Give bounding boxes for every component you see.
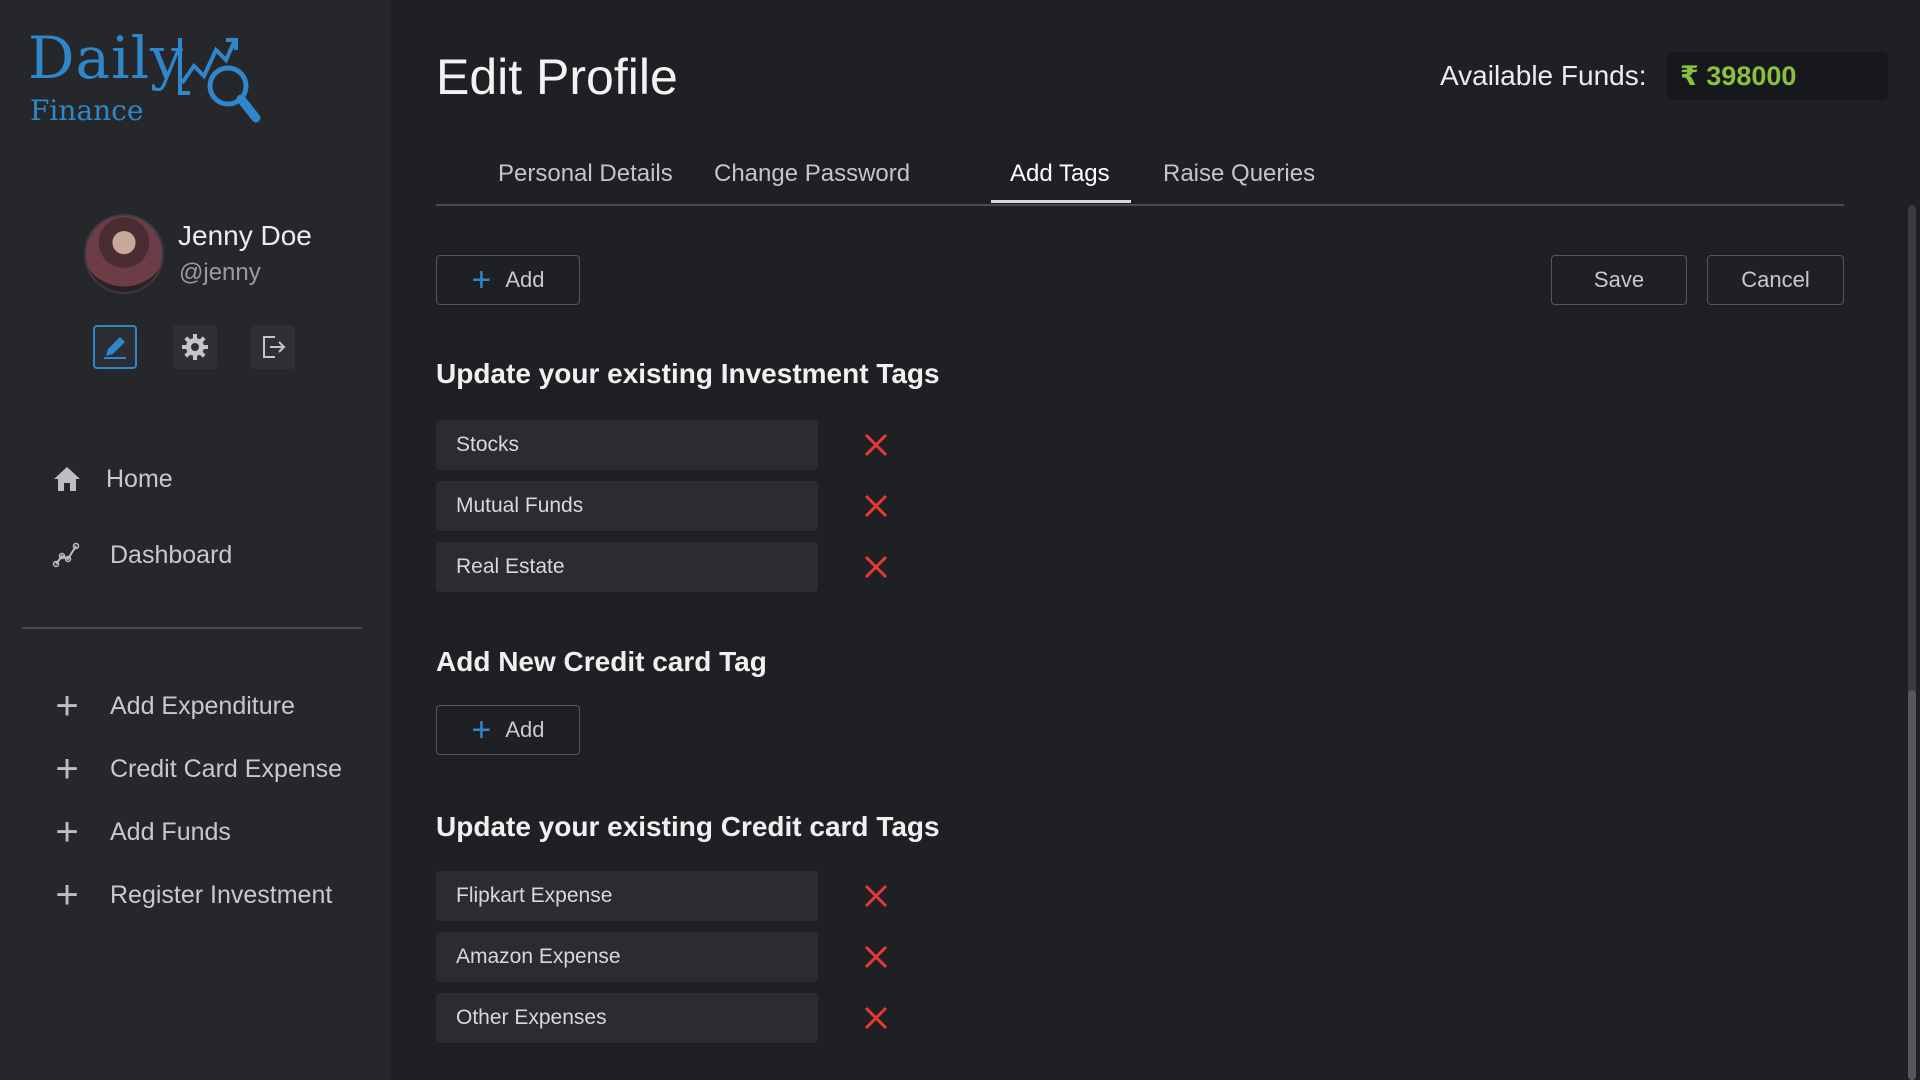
credit-tag-field[interactable]: Amazon Expense — [436, 932, 818, 982]
add-button-label: Add — [505, 717, 545, 742]
sidebar-item-credit-card-expense[interactable]: + Credit Card Expense — [50, 749, 342, 789]
page-title: Edit Profile — [436, 49, 678, 105]
plus-icon: + — [55, 810, 79, 854]
active-tab-indicator — [991, 200, 1131, 203]
logout-button[interactable] — [251, 325, 295, 369]
close-icon — [864, 433, 888, 457]
sidebar-item-home[interactable]: Home — [50, 462, 173, 496]
sidebar-item-label: Dashboard — [110, 540, 233, 569]
user-name: Jenny Doe — [178, 220, 312, 251]
list-item: Stocks — [436, 420, 916, 470]
investment-tags-heading: Update your existing Investment Tags — [436, 358, 940, 389]
edit-profile-button[interactable] — [93, 325, 137, 369]
add-credit-tag-button[interactable]: + Add — [436, 705, 580, 755]
investment-tag-field[interactable]: Stocks — [436, 420, 818, 470]
list-item: Real Estate — [436, 542, 916, 592]
available-funds-label: Available Funds: — [1440, 60, 1647, 91]
sidebar-item-label: Home — [106, 464, 173, 493]
sidebar-item-label: Credit Card Expense — [110, 754, 343, 783]
logo-text-daily: Daily — [28, 24, 184, 92]
delete-tag-button[interactable] — [856, 481, 896, 531]
save-button[interactable]: Save — [1551, 255, 1687, 305]
sidebar-item-add-expenditure[interactable]: + Add Expenditure — [50, 686, 295, 726]
investment-tag-field[interactable]: Mutual Funds — [436, 481, 818, 531]
plus-icon: + — [471, 261, 492, 299]
scrollbar[interactable] — [1908, 205, 1916, 1080]
plus-icon: + — [55, 747, 79, 791]
main-content: Edit Profile Available Funds: ₹ 398000 P… — [390, 0, 1920, 1080]
plus-icon: + — [55, 684, 79, 728]
scrollbar-thumb[interactable] — [1908, 690, 1916, 1080]
save-button-label: Save — [1593, 267, 1645, 292]
avatar[interactable] — [84, 214, 164, 294]
close-icon — [864, 1006, 888, 1030]
delete-tag-button[interactable] — [856, 420, 896, 470]
sidebar-divider — [22, 627, 362, 629]
close-icon — [864, 555, 888, 579]
tab-personal-details[interactable]: Personal Details — [498, 160, 673, 188]
finance-magnifier-icon — [178, 38, 261, 123]
chart-icon — [50, 538, 84, 572]
delete-tag-button[interactable] — [856, 542, 896, 592]
credit-tag-field[interactable]: Other Expenses — [436, 993, 818, 1043]
gear-icon — [182, 334, 208, 360]
sidebar-item-label: Add Funds — [110, 817, 231, 846]
close-icon — [864, 945, 888, 969]
cancel-button-label: Cancel — [1741, 267, 1810, 292]
profile-tabs: Personal Details Change Password Add Tag… — [436, 152, 1844, 206]
sidebar-item-label: Add Expenditure — [110, 691, 295, 720]
list-item: Flipkart Expense — [436, 871, 916, 921]
sidebar-item-register-investment[interactable]: + Register Investment — [50, 875, 332, 915]
list-item: Mutual Funds — [436, 481, 916, 531]
pencil-icon — [104, 337, 126, 359]
user-handle: @jenny — [179, 259, 261, 286]
credit-add-heading: Add New Credit card Tag — [436, 646, 767, 677]
delete-tag-button[interactable] — [856, 993, 896, 1043]
delete-tag-button[interactable] — [856, 932, 896, 982]
app-logo[interactable]: Daily Finance — [28, 24, 288, 127]
logo-text-finance: Finance — [30, 94, 144, 127]
tab-change-password[interactable]: Change Password — [714, 160, 910, 188]
credit-tag-field[interactable]: Flipkart Expense — [436, 871, 818, 921]
plus-icon: + — [55, 873, 79, 917]
investment-tag-field[interactable]: Real Estate — [436, 542, 818, 592]
sidebar-item-dashboard[interactable]: Dashboard — [50, 538, 232, 572]
tab-raise-queries[interactable]: Raise Queries — [1163, 160, 1315, 188]
delete-tag-button[interactable] — [856, 871, 896, 921]
plus-icon: + — [471, 711, 492, 749]
logout-icon — [263, 336, 286, 358]
list-item: Other Expenses — [436, 993, 916, 1043]
list-item: Amazon Expense — [436, 932, 916, 982]
add-investment-tag-button[interactable]: + Add — [436, 255, 580, 305]
tab-add-tags[interactable]: Add Tags — [1010, 160, 1110, 188]
cancel-button[interactable]: Cancel — [1707, 255, 1844, 305]
available-funds-value: ₹ 398000 — [1666, 52, 1888, 100]
sidebar-item-add-funds[interactable]: + Add Funds — [50, 812, 231, 852]
settings-button[interactable] — [173, 325, 217, 369]
close-icon — [864, 884, 888, 908]
sidebar: Daily Finance Jenny Doe @jenny Home Dash… — [0, 0, 390, 1080]
add-button-label: Add — [505, 267, 545, 292]
close-icon — [864, 494, 888, 518]
credit-tags-heading: Update your existing Credit card Tags — [436, 811, 940, 842]
sidebar-item-label: Register Investment — [110, 880, 333, 909]
home-icon — [50, 462, 84, 496]
